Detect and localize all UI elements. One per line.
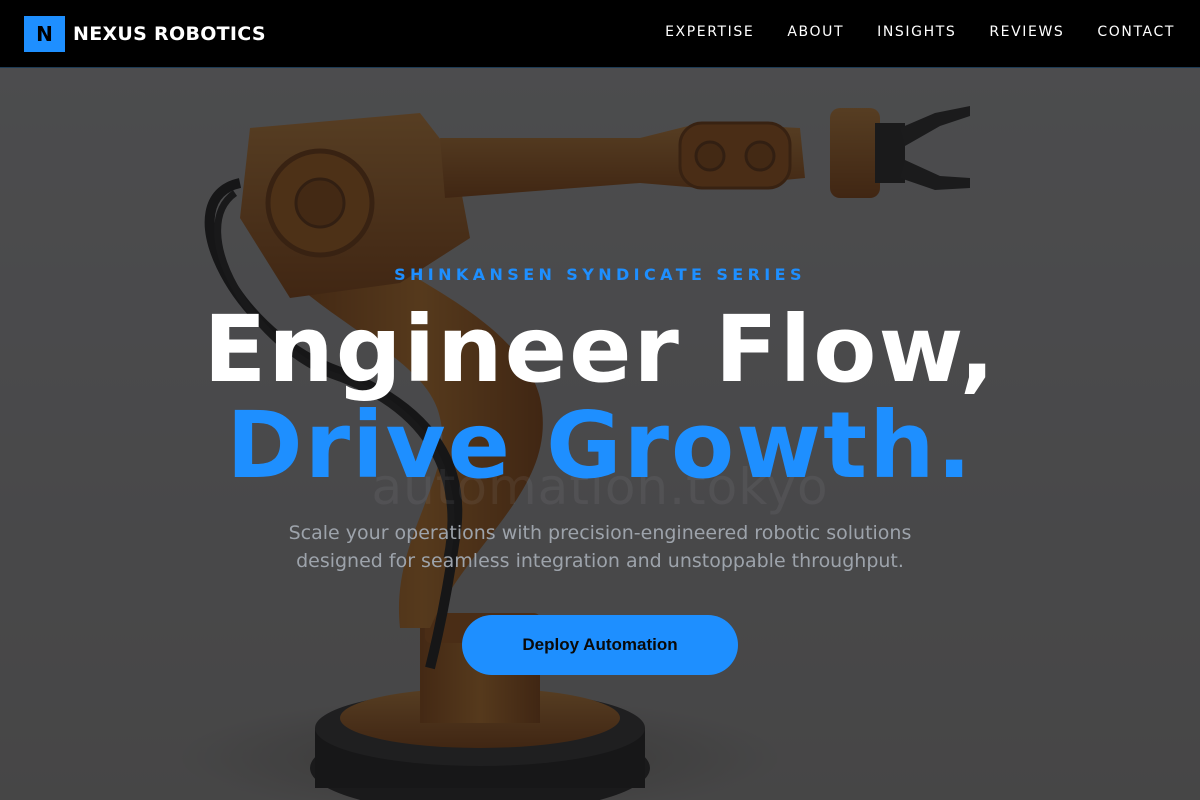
brand-name: NEXUS ROBOTICS xyxy=(73,23,266,45)
nav-link-reviews[interactable]: REVIEWS xyxy=(989,24,1064,40)
nav-menu: EXPERTISE ABOUT INSIGHTS REVIEWS CONTACT xyxy=(665,24,1175,40)
brand-logo[interactable]: N NEXUS ROBOTICS xyxy=(24,16,266,52)
hero-subtext-line2: designed for seamless integration and un… xyxy=(296,550,904,572)
hero-headline-line1: Engineer Flow, xyxy=(203,296,997,403)
hero-subtext-line1: Scale your operations with precision-eng… xyxy=(288,522,912,544)
nav-link-about[interactable]: ABOUT xyxy=(787,24,844,40)
brand-mark-icon: N xyxy=(24,16,65,52)
navbar: N NEXUS ROBOTICS EXPERTISE ABOUT INSIGHT… xyxy=(0,0,1200,68)
hero-section: automation.tokyo SHINKANSEN SYNDICATE SE… xyxy=(0,68,1200,800)
deploy-automation-button[interactable]: Deploy Automation xyxy=(462,615,738,675)
hero-eyebrow: SHINKANSEN SYNDICATE SERIES xyxy=(394,265,806,284)
nav-link-insights[interactable]: INSIGHTS xyxy=(877,24,956,40)
hero-subtext: Scale your operations with precision-eng… xyxy=(0,519,1200,575)
nav-link-expertise[interactable]: EXPERTISE xyxy=(665,24,754,40)
hero-headline-line2: Drive Growth. xyxy=(226,392,974,499)
nav-link-contact[interactable]: CONTACT xyxy=(1097,24,1175,40)
